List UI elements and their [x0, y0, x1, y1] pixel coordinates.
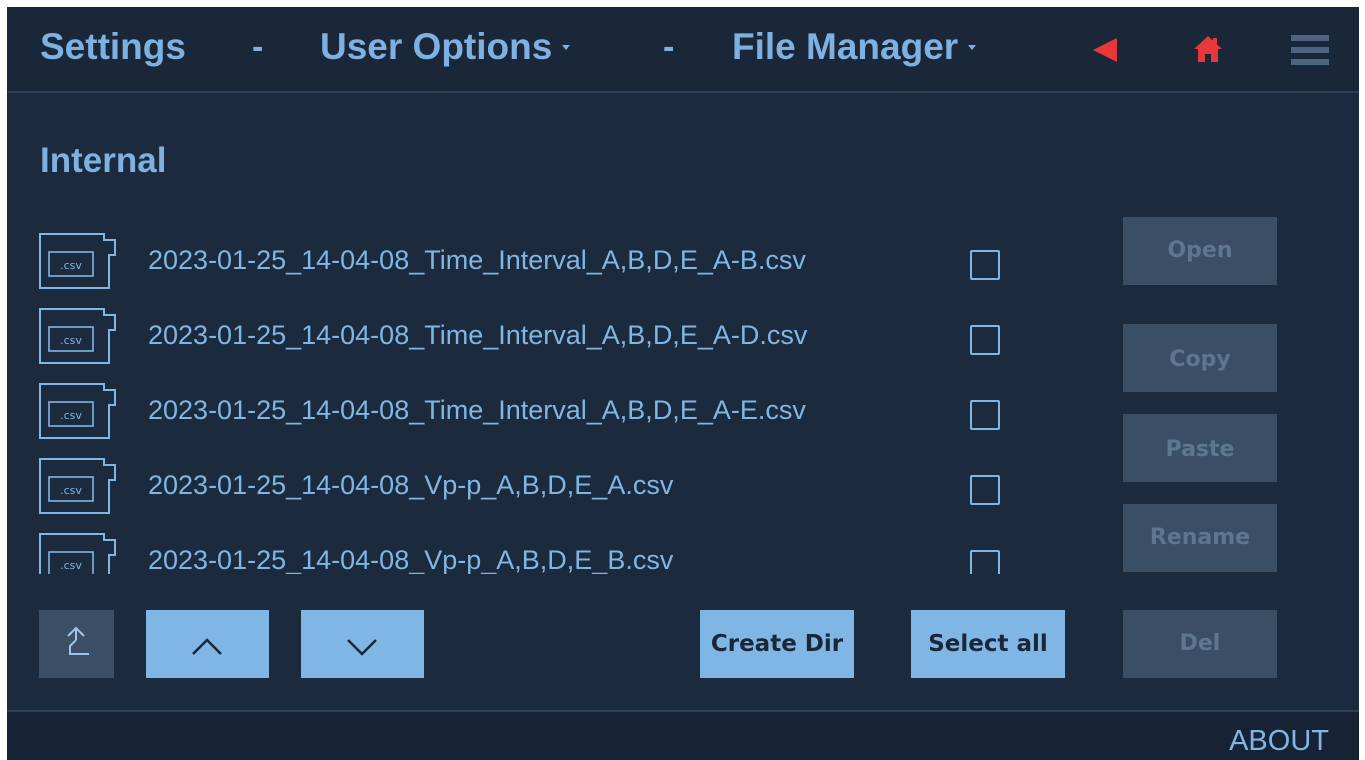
csv-icon-label: .csv: [60, 484, 82, 497]
file-name: 2023-01-25_14-04-08_Time_Interval_A,B,D,…: [148, 245, 806, 275]
breadcrumb-file-manager[interactable]: File Manager: [732, 25, 977, 69]
scroll-up-button[interactable]: [146, 610, 269, 678]
rename-button[interactable]: Rename: [1123, 504, 1277, 572]
breadcrumb-separator: -: [663, 28, 675, 66]
file-checkbox[interactable]: [970, 550, 1000, 574]
file-row[interactable]: .csv 2023-01-25_14-04-08_Time_Interval_A…: [37, 380, 1017, 446]
file-row[interactable]: .csv 2023-01-25_14-04-08_Vp-p_A,B,D,E_A.…: [37, 455, 1017, 521]
breadcrumb-file-manager-label: File Manager: [732, 26, 959, 67]
file-name: 2023-01-25_14-04-08_Vp-p_A,B,D,E_A.csv: [148, 470, 674, 500]
csv-file-icon: .csv: [39, 533, 116, 574]
storage-location-title: Internal: [40, 141, 167, 180]
chevron-down-icon: [968, 44, 977, 50]
file-list[interactable]: .csv 2023-01-25_14-04-08_Time_Interval_A…: [7, 222, 1047, 574]
back-arrow-icon: [1093, 38, 1117, 62]
menu-button[interactable]: [1291, 33, 1329, 67]
file-checkbox[interactable]: [970, 250, 1000, 280]
chevron-down-icon: [562, 44, 571, 50]
chevron-down-icon: [347, 639, 377, 656]
paste-button[interactable]: Paste: [1123, 414, 1277, 482]
home-button[interactable]: [1193, 35, 1223, 63]
breadcrumb-user-options[interactable]: User Options: [320, 25, 571, 69]
about-link[interactable]: ABOUT: [1229, 724, 1329, 758]
csv-icon-label: .csv: [60, 409, 82, 422]
copy-button[interactable]: Copy: [1123, 324, 1277, 392]
csv-icon-label: .csv: [60, 259, 82, 272]
top-bar: Settings - User Options - File Manager: [7, 7, 1359, 93]
file-row[interactable]: .csv 2023-01-25_14-04-08_Time_Interval_A…: [37, 305, 1017, 371]
csv-file-icon: .csv: [39, 383, 116, 439]
file-name: 2023-01-25_14-04-08_Vp-p_A,B,D,E_B.csv: [148, 545, 674, 574]
csv-file-icon: .csv: [39, 308, 116, 364]
file-checkbox[interactable]: [970, 400, 1000, 430]
footer-bar: ABOUT: [7, 710, 1359, 760]
csv-file-icon: .csv: [39, 233, 116, 289]
file-checkbox[interactable]: [970, 325, 1000, 355]
file-row[interactable]: .csv 2023-01-25_14-04-08_Vp-p_A,B,D,E_B.…: [37, 530, 1017, 574]
chevron-up-icon: [192, 638, 222, 655]
file-name: 2023-01-25_14-04-08_Time_Interval_A,B,D,…: [148, 320, 808, 350]
parent-directory-icon: [67, 626, 89, 655]
file-checkbox[interactable]: [970, 475, 1000, 505]
file-name: 2023-01-25_14-04-08_Time_Interval_A,B,D,…: [148, 395, 806, 425]
create-dir-button[interactable]: Create Dir: [700, 610, 854, 678]
home-icon: [1194, 36, 1222, 62]
csv-icon-label: .csv: [60, 559, 82, 572]
scroll-down-button[interactable]: [301, 610, 424, 678]
file-row[interactable]: .csv 2023-01-25_14-04-08_Time_Interval_A…: [37, 230, 1017, 296]
breadcrumb-settings[interactable]: Settings: [40, 25, 186, 69]
hamburger-menu-icon: [1291, 35, 1329, 65]
select-all-button[interactable]: Select all: [911, 610, 1065, 678]
csv-file-icon: .csv: [39, 458, 116, 514]
breadcrumb-user-options-label: User Options: [320, 26, 553, 67]
csv-icon-label: .csv: [60, 334, 82, 347]
file-manager-screen: Settings - User Options - File Manager I…: [7, 7, 1359, 760]
parent-directory-button[interactable]: [39, 610, 114, 678]
open-button[interactable]: Open: [1123, 217, 1277, 285]
delete-button[interactable]: Del: [1123, 610, 1277, 678]
back-button[interactable]: [1091, 37, 1119, 63]
breadcrumb-separator: -: [252, 28, 264, 66]
